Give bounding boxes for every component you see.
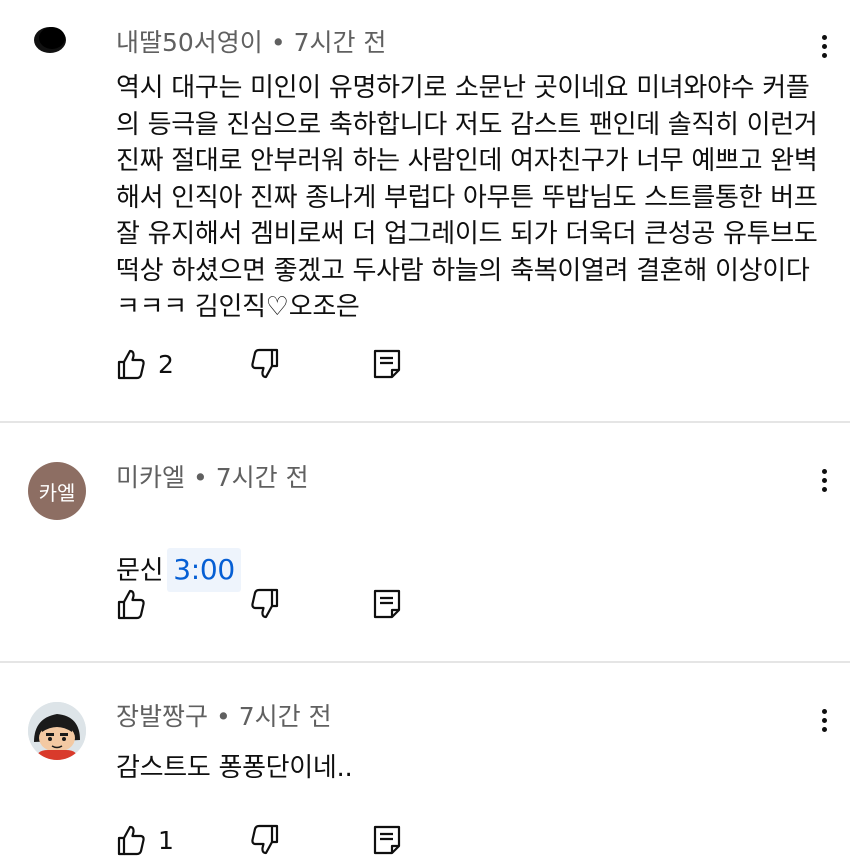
meta-separator: • bbox=[193, 463, 208, 492]
meta-separator: • bbox=[216, 702, 231, 731]
like-button[interactable]: 2 bbox=[116, 348, 250, 380]
reply-icon bbox=[373, 589, 401, 619]
reply-icon bbox=[373, 349, 401, 379]
comment-2-meta: 미카엘 • 7시간 전 bbox=[116, 463, 309, 493]
comment-divider bbox=[0, 421, 850, 423]
comment-2-time: 7시간 전 bbox=[215, 463, 309, 492]
reply-button[interactable] bbox=[372, 348, 402, 380]
reply-button[interactable] bbox=[372, 588, 402, 620]
like-icon bbox=[117, 349, 145, 380]
comment-1-text: 역시 대구는 미인이 유명하기로 소문난 곳이네요 미녀와야수 커플 의 등극을… bbox=[116, 73, 818, 322]
like-button[interactable] bbox=[116, 588, 250, 620]
avatar-initials: 카엘 bbox=[38, 480, 76, 505]
comment-3-author[interactable]: 장발짱구 bbox=[116, 702, 208, 731]
comment-1-time: 7시간 전 bbox=[293, 28, 387, 57]
more-options-button[interactable] bbox=[806, 700, 842, 740]
more-vert-icon bbox=[821, 708, 827, 714]
comment-3-text: 감스트도 퐁퐁단이네.. bbox=[116, 753, 353, 783]
reply-button[interactable] bbox=[372, 824, 402, 856]
more-options-button[interactable] bbox=[806, 26, 842, 66]
comment-divider bbox=[0, 661, 850, 663]
like-count: 1 bbox=[158, 825, 174, 855]
dislike-button[interactable] bbox=[250, 348, 372, 380]
comment-1-avatar[interactable] bbox=[28, 14, 86, 72]
dislike-button[interactable] bbox=[250, 588, 372, 620]
comment-1-actions: 2 bbox=[116, 344, 402, 384]
like-icon bbox=[117, 589, 145, 620]
comment-2-author[interactable]: 미카엘 bbox=[116, 463, 185, 492]
comment-3-actions: 1 bbox=[116, 820, 402, 860]
comment-3-meta: 장발짱구 • 7시간 전 bbox=[116, 702, 332, 732]
comment-3-avatar[interactable] bbox=[28, 702, 86, 760]
comment-2-avatar[interactable]: 카엘 bbox=[28, 462, 86, 520]
comment-3-time: 7시간 전 bbox=[238, 702, 332, 731]
reply-icon bbox=[373, 825, 401, 855]
more-options-button[interactable] bbox=[806, 460, 842, 500]
more-vert-icon bbox=[821, 34, 827, 40]
comment-2-text-content: 문신 bbox=[116, 556, 164, 586]
dislike-icon bbox=[251, 824, 279, 855]
comment-1-meta: 내딸50서영이 • 7시간 전 bbox=[116, 28, 386, 58]
dislike-button[interactable] bbox=[250, 824, 372, 856]
avatar-silhouette-icon bbox=[34, 27, 66, 53]
dislike-icon bbox=[251, 588, 279, 619]
meta-separator: • bbox=[270, 28, 286, 57]
more-vert-icon bbox=[821, 468, 827, 474]
comment-2-actions bbox=[116, 584, 402, 624]
like-count: 2 bbox=[158, 349, 174, 379]
like-icon bbox=[117, 825, 145, 856]
dislike-icon bbox=[251, 348, 279, 379]
comment-2-text: 문신 3:00 bbox=[116, 504, 836, 593]
cartoon-avatar-icon bbox=[28, 702, 86, 760]
like-button[interactable]: 1 bbox=[116, 824, 250, 856]
comment-1-author[interactable]: 내딸50서영이 bbox=[116, 28, 263, 57]
